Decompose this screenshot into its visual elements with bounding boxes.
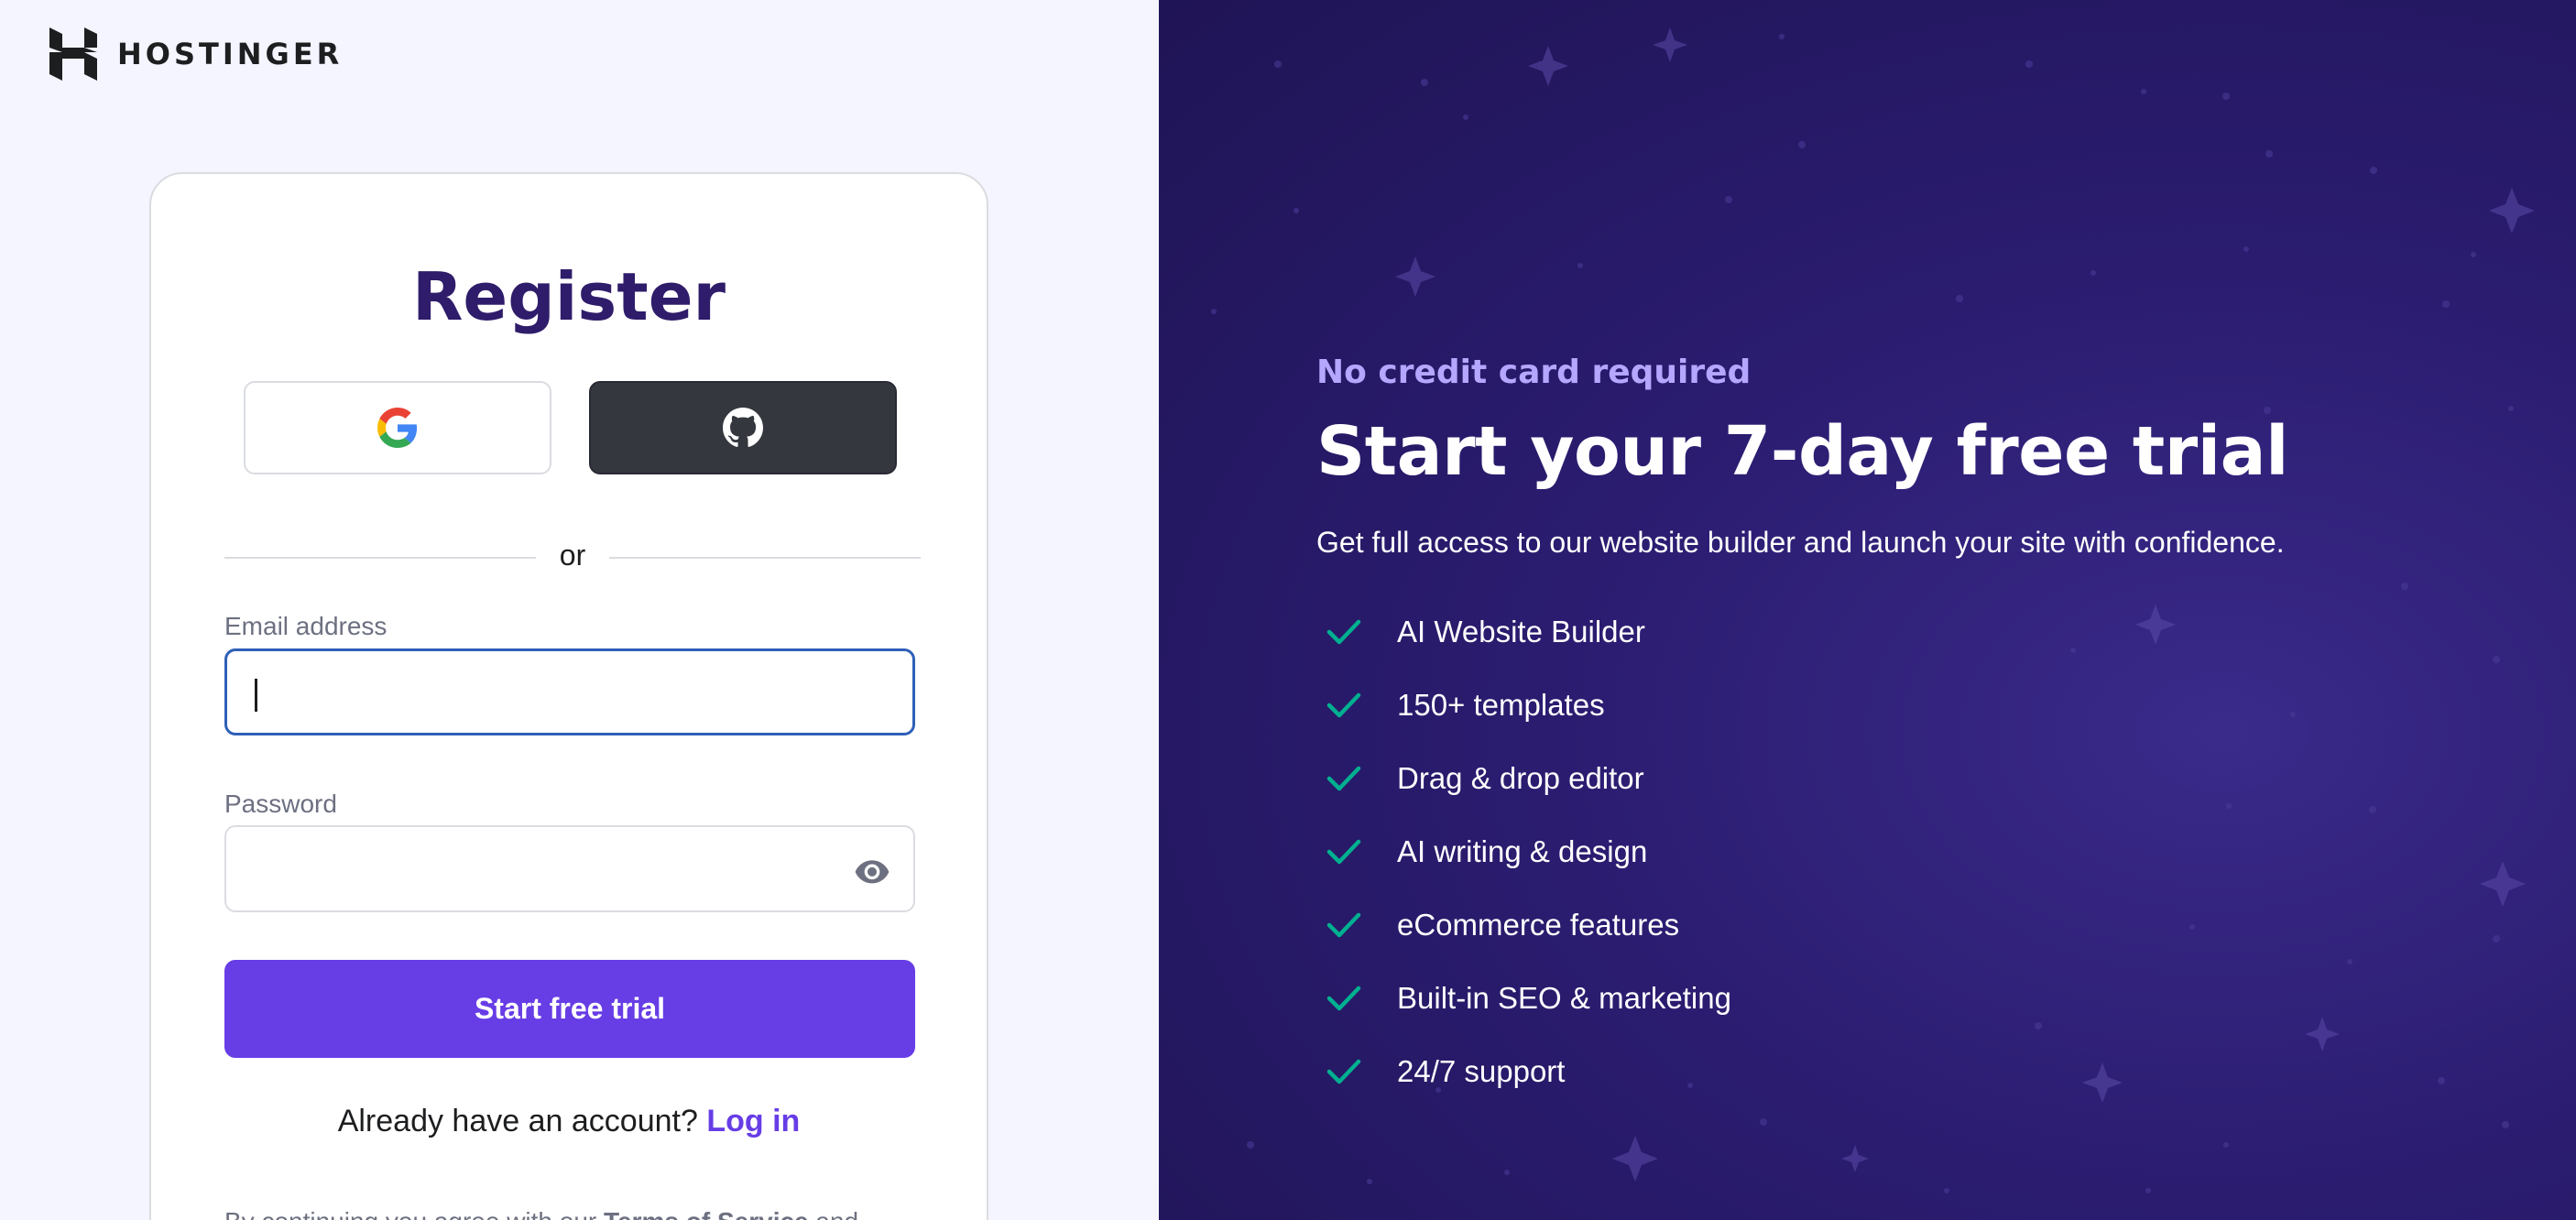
feature-label: Drag & drop editor (1397, 761, 1644, 795)
promo-subtext: Get full access to our website builder a… (1316, 526, 2285, 559)
terms-suffix: and (815, 1207, 858, 1220)
feature-item: 24/7 support (1316, 1035, 1731, 1108)
google-signup-button[interactable] (244, 381, 551, 474)
feature-item: 150+ templates (1316, 669, 1731, 742)
feature-label: AI writing & design (1397, 834, 1648, 868)
text-caret (255, 679, 257, 712)
feature-label: Built-in SEO & marketing (1397, 981, 1731, 1015)
terms-of-service-link[interactable]: Terms of Service (604, 1207, 809, 1220)
password-label: Password (224, 790, 337, 818)
feature-label: eCommerce features (1397, 908, 1680, 942)
divider-text: or (559, 539, 586, 572)
feature-label: 150+ templates (1397, 688, 1605, 722)
promo-panel: No credit card required Start your 7-day… (1159, 0, 2576, 1220)
divider-line-right (609, 557, 921, 559)
eye-icon[interactable] (851, 853, 893, 889)
login-prompt-text: Already have an account? (337, 1104, 698, 1138)
register-card: Register or Email address Password Start… (149, 172, 988, 1220)
feature-label: AI Website Builder (1397, 615, 1645, 648)
checkmark-icon (1326, 986, 1361, 1011)
feature-label: 24/7 support (1397, 1054, 1566, 1088)
hostinger-logo-icon (49, 27, 97, 81)
password-field[interactable] (224, 825, 915, 912)
github-icon (723, 408, 763, 447)
checkmark-icon (1326, 692, 1361, 718)
checkmark-icon (1326, 839, 1361, 865)
feature-item: Built-in SEO & marketing (1316, 962, 1731, 1035)
feature-item: AI Website Builder (1316, 595, 1731, 669)
start-free-trial-button[interactable]: Start free trial (224, 960, 915, 1058)
or-divider: or (224, 539, 921, 575)
registration-panel: HOSTINGER Register or Email address Pass… (0, 0, 1159, 1220)
brand-name: HOSTINGER (117, 37, 344, 71)
hostinger-logo[interactable]: HOSTINGER (49, 27, 343, 81)
checkmark-icon (1326, 912, 1361, 938)
terms-text: By continuing you agree with our Terms o… (224, 1207, 921, 1220)
feature-item: Drag & drop editor (1316, 742, 1731, 815)
feature-item: eCommerce features (1316, 888, 1731, 962)
checkmark-icon (1326, 1059, 1361, 1084)
page-title: Register (411, 258, 726, 335)
no-credit-card-label: No credit card required (1316, 354, 1752, 391)
github-signup-button[interactable] (589, 381, 897, 474)
terms-prefix: By continuing you agree with our (224, 1207, 596, 1220)
google-icon (377, 408, 418, 448)
feature-item: AI writing & design (1316, 815, 1731, 888)
email-field[interactable] (224, 648, 915, 735)
checkmark-icon (1326, 619, 1361, 645)
email-label: Email address (224, 612, 387, 640)
feature-list: AI Website Builder 150+ templates Drag &… (1316, 595, 1731, 1108)
login-link[interactable]: Log in (706, 1104, 800, 1138)
login-prompt-row: Already have an account? Log in (151, 1104, 987, 1139)
checkmark-icon (1326, 766, 1361, 791)
promo-headline: Start your 7-day free trial (1316, 412, 2288, 491)
